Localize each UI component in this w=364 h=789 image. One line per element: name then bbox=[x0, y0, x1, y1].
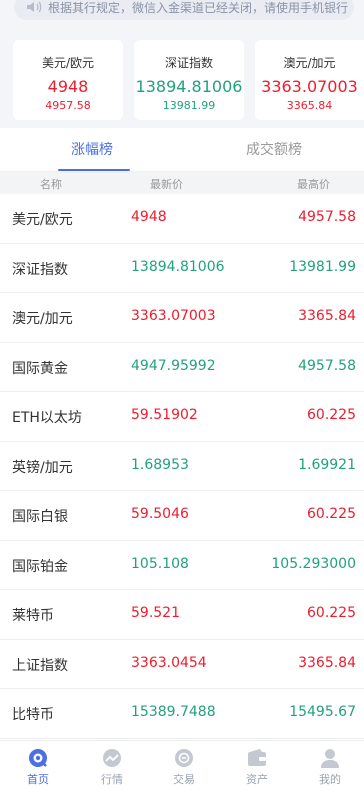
table-row[interactable]: 深证指数 13894.81006 13981.99 bbox=[0, 244, 364, 293]
tabbar-home[interactable]: 首页 bbox=[8, 741, 68, 789]
tabbar-label: 资产 bbox=[246, 773, 268, 786]
row-high-price: 60.225 bbox=[307, 506, 356, 522]
tab-gainers[interactable]: 涨幅榜 bbox=[71, 128, 113, 172]
ranking-list: 涨幅榜 成交额榜 名称 最新价 最高价 美元/欧元 4948 4957.58 深证指数… bbox=[0, 128, 364, 740]
tabbar-trade[interactable]: 交易 bbox=[154, 741, 214, 789]
bottom-tab-bar: 首页 行情 交易 资产 我的 bbox=[0, 740, 364, 789]
row-high-price: 4957.58 bbox=[298, 357, 356, 374]
card-high: 4957.58 bbox=[45, 99, 91, 112]
table-row[interactable]: 美元/欧元 4948 4957.58 bbox=[0, 194, 364, 244]
row-high-price: 15495.67 bbox=[289, 704, 356, 720]
table-row[interactable]: 国际黄金 4947.95992 4957.58 bbox=[0, 343, 364, 392]
column-header: 名称 最新价 最高价 bbox=[0, 172, 364, 194]
card-price: 4948 bbox=[47, 77, 89, 96]
card-name: 美元/欧元 bbox=[41, 56, 95, 70]
featured-cards: 美元/欧元 4948 4957.58 深证指数 13894.81006 1398… bbox=[0, 40, 364, 120]
card-name: 澳元/加元 bbox=[283, 56, 336, 70]
ranking-rows: 美元/欧元 4948 4957.58 深证指数 13894.81006 13981.99 澳… bbox=[0, 194, 364, 739]
tabbar-label: 交易 bbox=[173, 773, 195, 786]
row-high-price: 105.293000 bbox=[271, 555, 356, 572]
row-latest-price: 15389.7488 bbox=[131, 704, 216, 720]
row-latest-price: 13894.81006 bbox=[131, 258, 225, 275]
row-high-price: 60.225 bbox=[307, 605, 356, 621]
row-latest-price: 105.108 bbox=[131, 555, 189, 572]
wallet-icon bbox=[248, 749, 266, 766]
home-icon bbox=[29, 749, 47, 767]
table-row[interactable]: 国际白银 59.5046 60.225 bbox=[0, 491, 364, 541]
row-high-price: 60.225 bbox=[307, 407, 356, 423]
market-icon bbox=[103, 749, 121, 767]
row-name: 深证指数 bbox=[12, 261, 68, 278]
card-name: 深证指数 bbox=[164, 56, 213, 70]
table-row[interactable]: 国际铂金 105.108 105.293000 bbox=[0, 541, 364, 590]
tabbar-market[interactable]: 行情 bbox=[82, 741, 142, 789]
ranking-tabs: 涨幅榜 成交额榜 bbox=[0, 128, 364, 172]
notice-text: 根据其行规定，微信入金渠道已经关闭，请使用手机银行 bbox=[48, 0, 349, 15]
table-row[interactable]: ETH以太坊 59.51902 60.225 bbox=[0, 392, 364, 442]
tabbar-assets[interactable]: 资产 bbox=[227, 741, 287, 789]
row-high-price: 13981.99 bbox=[289, 258, 356, 275]
row-latest-price: 4948 bbox=[131, 209, 167, 225]
row-high-price: 3365.84 bbox=[298, 654, 356, 671]
card-high: 3365.84 bbox=[286, 99, 333, 112]
row-name: 上证指数 bbox=[12, 657, 68, 674]
trade-icon bbox=[175, 749, 193, 767]
row-latest-price: 59.521 bbox=[131, 605, 180, 621]
row-name: 国际白银 bbox=[12, 509, 68, 525]
row-name: 莱特币 bbox=[12, 608, 54, 624]
row-name: 澳元/加元 bbox=[12, 311, 73, 327]
row-name: 比特币 bbox=[12, 707, 54, 723]
table-row[interactable]: 莱特币 59.521 60.225 bbox=[0, 590, 364, 640]
row-latest-price: 59.51902 bbox=[131, 407, 198, 423]
tabbar-label: 行情 bbox=[101, 773, 123, 786]
featured-card-usd-eur[interactable]: 美元/欧元 4948 4957.58 bbox=[13, 40, 123, 120]
row-high-price: 3365.84 bbox=[298, 308, 356, 324]
column-high: 最高价 bbox=[297, 178, 330, 191]
row-latest-price: 3363.0454 bbox=[131, 654, 207, 671]
card-high: 13981.99 bbox=[162, 99, 216, 112]
column-latest: 最新价 bbox=[150, 178, 183, 191]
row-latest-price: 59.5046 bbox=[131, 506, 189, 522]
featured-card-shenzhen-index[interactable]: 深证指数 13894.81006 13981.99 bbox=[134, 40, 244, 120]
table-row[interactable]: 英镑/加元 1.68953 1.69921 bbox=[0, 442, 364, 491]
row-high-price: 1.69921 bbox=[298, 456, 356, 473]
row-name: 美元/欧元 bbox=[12, 212, 73, 228]
table-row[interactable]: 比特币 15389.7488 15495.67 bbox=[0, 689, 364, 739]
tabbar-label: 我的 bbox=[319, 773, 341, 786]
card-price: 13894.81006 bbox=[135, 77, 243, 96]
row-latest-price: 1.68953 bbox=[131, 456, 189, 473]
tabbar-label: 首页 bbox=[27, 773, 49, 786]
column-name: 名称 bbox=[40, 178, 62, 191]
row-name: ETH以太坊 bbox=[12, 410, 82, 426]
table-row[interactable]: 上证指数 3363.0454 3365.84 bbox=[0, 640, 364, 689]
row-name: 国际黄金 bbox=[12, 360, 68, 377]
row-latest-price: 4947.95992 bbox=[131, 357, 216, 374]
tab-turnover[interactable]: 成交额榜 bbox=[246, 128, 302, 172]
row-latest-price: 3363.07003 bbox=[131, 308, 216, 324]
featured-card-aud-cad[interactable]: 澳元/加元 3363.07003 3365.84 bbox=[255, 40, 364, 120]
row-high-price: 4957.58 bbox=[298, 209, 356, 225]
tabbar-profile[interactable]: 我的 bbox=[300, 741, 360, 789]
row-name: 国际铂金 bbox=[12, 558, 68, 575]
row-name: 英镑/加元 bbox=[12, 459, 73, 476]
card-price: 3363.07003 bbox=[261, 77, 358, 96]
table-row[interactable]: 澳元/加元 3363.07003 3365.84 bbox=[0, 293, 364, 343]
active-tab-indicator bbox=[58, 169, 130, 171]
speaker-icon bbox=[27, 1, 42, 13]
user-icon bbox=[321, 749, 339, 768]
notice-bar[interactable]: 根据其行规定，微信入金渠道已经关闭，请使用手机银行 bbox=[14, 0, 354, 20]
